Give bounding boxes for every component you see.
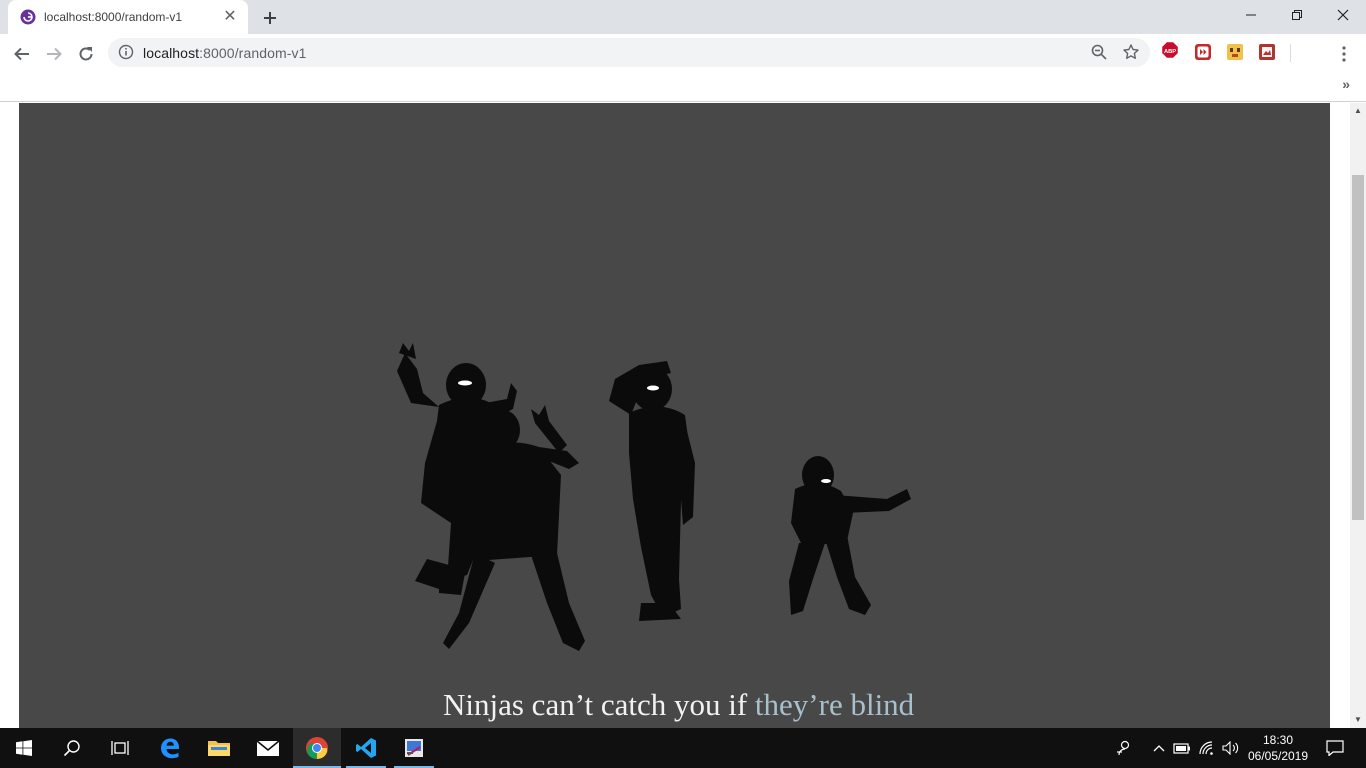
- video-speed-icon[interactable]: [1194, 43, 1212, 61]
- browser-toolbar: localhost:8000/random-v1 ABP: [0, 34, 1366, 72]
- edge-taskbar-button[interactable]: [146, 728, 194, 768]
- image-app-icon: [405, 739, 423, 757]
- ninja-silhouette-4: [789, 456, 911, 615]
- mail-taskbar-button[interactable]: [244, 728, 292, 768]
- tab-title: localhost:8000/random-v1: [44, 10, 183, 24]
- start-button[interactable]: [0, 728, 48, 768]
- mail-icon: [256, 740, 280, 756]
- more-bookmarks-chevron-icon[interactable]: »: [1342, 76, 1350, 92]
- windows-icon: [16, 740, 32, 756]
- forward-button[interactable]: [40, 40, 68, 68]
- site-favicon-icon: [20, 9, 36, 25]
- task-view-icon: [111, 741, 129, 755]
- caption-main: Ninjas can’t catch you if: [443, 687, 755, 722]
- ninja-eye-4: [821, 479, 831, 483]
- address-url: localhost:8000/random-v1: [143, 45, 307, 61]
- ninja-silhouette-3: [609, 361, 695, 621]
- page-viewport: Ninjas can’t catch you if they’re blind: [0, 103, 1350, 728]
- address-path: :8000/random-v1: [199, 45, 307, 61]
- extension-image-icon[interactable]: [1258, 43, 1276, 61]
- svg-text:ABP: ABP: [1164, 49, 1176, 55]
- battery-button[interactable]: [1172, 728, 1192, 768]
- tab-close-icon[interactable]: ✕: [222, 9, 238, 25]
- search-icon: [63, 740, 80, 757]
- adblock-icon[interactable]: ABP: [1161, 41, 1179, 59]
- reload-button[interactable]: [72, 40, 100, 68]
- restore-icon: [1292, 10, 1302, 20]
- taskbar-clock[interactable]: 18:30 06/05/2019: [1246, 732, 1310, 764]
- edge-icon: [161, 738, 179, 759]
- meme-caption: Ninjas can’t catch you if they’re blind: [443, 687, 914, 723]
- scroll-thumb[interactable]: [1352, 175, 1364, 520]
- plus-icon: [264, 12, 276, 24]
- browser-tab[interactable]: localhost:8000/random-v1 ✕: [8, 0, 248, 34]
- action-center-button[interactable]: [1318, 728, 1352, 768]
- ninja-silhouettes-illustration: [397, 343, 911, 651]
- menu-button[interactable]: [1330, 40, 1358, 68]
- address-host: localhost: [143, 45, 200, 61]
- clock-time: 18:30: [1262, 733, 1294, 747]
- star-icon[interactable]: [1122, 43, 1140, 61]
- folder-icon: [208, 741, 230, 756]
- people-icon: [1117, 740, 1130, 756]
- people-button[interactable]: [1112, 728, 1136, 768]
- forward-icon: [47, 47, 62, 61]
- address-bar[interactable]: localhost:8000/random-v1: [108, 38, 1150, 67]
- chrome-icon: [306, 737, 328, 759]
- tab-strip: localhost:8000/random-v1 ✕: [0, 0, 1366, 34]
- scroll-up-arrow-icon[interactable]: ▲: [1350, 103, 1366, 119]
- menu-icon: [1342, 46, 1346, 62]
- reload-icon: [79, 47, 93, 61]
- minimize-button[interactable]: [1228, 0, 1274, 30]
- wifi-icon: [1199, 741, 1213, 755]
- search-button[interactable]: [48, 728, 96, 768]
- extension-face-icon[interactable]: [1226, 43, 1244, 61]
- ninja-meme-image: Ninjas can’t catch you if they’re blind: [19, 103, 1330, 728]
- info-icon[interactable]: [118, 44, 134, 60]
- vscode-taskbar-button[interactable]: [342, 728, 390, 768]
- task-view-button[interactable]: [96, 728, 144, 768]
- volume-button[interactable]: [1220, 728, 1242, 768]
- clock-date: 06/05/2019: [1247, 749, 1309, 763]
- bookmarks-bar: »: [0, 72, 1366, 102]
- new-tab-button[interactable]: [258, 6, 282, 30]
- file-explorer-taskbar-button[interactable]: [195, 728, 243, 768]
- back-icon: [14, 47, 29, 61]
- vscode-icon: [356, 738, 376, 758]
- back-button[interactable]: [8, 40, 36, 68]
- wifi-button[interactable]: [1197, 728, 1217, 768]
- close-icon: [1337, 9, 1349, 21]
- chrome-taskbar-button[interactable]: [293, 728, 341, 768]
- chevron-up-icon: [1153, 745, 1165, 752]
- image-app-taskbar-button[interactable]: [390, 728, 438, 768]
- restore-button[interactable]: [1274, 0, 1320, 30]
- minimize-icon: [1246, 14, 1256, 16]
- windows-taskbar: 18:30 06/05/2019: [0, 728, 1366, 768]
- ninja-eye-1: [458, 380, 472, 386]
- caption-accent: they’re blind: [754, 687, 915, 722]
- show-hidden-icons-button[interactable]: [1150, 728, 1168, 768]
- battery-icon: [1173, 743, 1190, 754]
- page-scrollbar[interactable]: ▲ ▼: [1350, 103, 1366, 728]
- notification-icon: [1326, 740, 1344, 756]
- close-window-button[interactable]: [1320, 0, 1366, 30]
- ninja-eye-3: [647, 385, 659, 391]
- volume-icon: [1222, 741, 1239, 755]
- zoom-icon[interactable]: [1090, 43, 1108, 61]
- scroll-down-arrow-icon[interactable]: ▼: [1350, 712, 1366, 728]
- toolbar-divider: [1290, 44, 1291, 62]
